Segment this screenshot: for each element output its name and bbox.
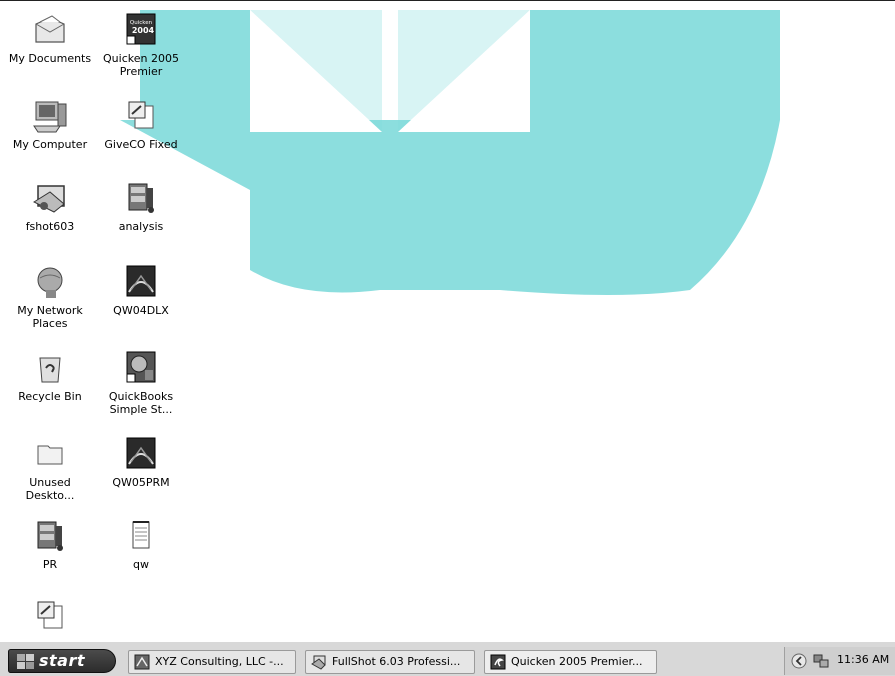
desktop-icon-recycle-bin[interactable]: Recycle Bin [8, 348, 92, 403]
quickbooks-icon [134, 654, 150, 670]
desktop-icon-pr[interactable]: PR [8, 516, 92, 571]
desktop-icon-analysis[interactable]: analysis [99, 178, 183, 233]
taskbar: start XYZ Consulting, LLC -... FullShot … [0, 641, 895, 676]
quickbooks-shortcut-icon [126, 351, 156, 383]
desktop: My Documents My Computer fshot603 My Net… [0, 0, 895, 640]
quicken-icon [490, 654, 506, 670]
archive-icon [128, 183, 154, 213]
fullshot-icon [32, 185, 65, 213]
desktop-icon-quickbooks-simple-start[interactable]: QuickBooks Simple St... [99, 348, 183, 416]
desktop-icon-qw05prm[interactable]: QW05PRM [99, 434, 183, 489]
network-connection-icon[interactable] [813, 653, 829, 669]
icon-label: analysis [118, 220, 164, 233]
icon-label: Quicken 2005 Premier [103, 52, 179, 78]
desktop-icon-my-documents[interactable]: My Documents [8, 10, 92, 65]
icon-label: Recycle Bin [18, 390, 82, 403]
icon-label: My Computer [12, 138, 88, 151]
desktop-icon-unused-desktop[interactable]: Unused Deskto... [8, 434, 92, 502]
desktop-icon-fshot603[interactable]: fshot603 [8, 178, 92, 233]
desktop-icon-my-network-places[interactable]: My Network Places [8, 262, 92, 330]
taskbar-button-fullshot[interactable]: FullShot 6.03 Professi... [305, 650, 475, 674]
desktop-icon-my-computer[interactable]: My Computer [8, 96, 92, 151]
desktop-icon-unnamed-document[interactable] [8, 596, 92, 638]
desktop-icon-qw04dlx[interactable]: QW04DLX [99, 262, 183, 317]
icon-label: QuickBooks Simple St... [108, 390, 174, 416]
archive-icon [37, 521, 63, 551]
fullshot-icon [311, 655, 326, 670]
icon-label: qw [133, 558, 149, 571]
taskbar-button-xyz-consulting[interactable]: XYZ Consulting, LLC -... [128, 650, 296, 674]
taskbar-button-quicken[interactable]: Quicken 2005 Premier... [484, 650, 657, 674]
icon-label: My Documents [8, 52, 92, 65]
taskbar-button-label: FullShot 6.03 Professi... [332, 655, 461, 668]
taskbar-clock[interactable]: 11:36 AM [837, 653, 889, 666]
icon-label: Unused Deskto... [25, 476, 75, 502]
network-places-icon [37, 267, 63, 298]
quicken-2004-shortcut-icon: Quicken 2004 [126, 13, 156, 45]
desktop-icon-quicken-2005-premier[interactable]: Quicken 2004 Quicken 2005 Premier [99, 10, 183, 78]
quicken-pdf-icon [126, 437, 156, 469]
desktop-icon-qw[interactable]: qw [99, 516, 183, 571]
taskbar-button-label: XYZ Consulting, LLC -... [155, 655, 284, 668]
document-key-icon [128, 101, 154, 129]
icon-label: QW05PRM [112, 476, 170, 489]
show-hidden-icons-chevron-icon[interactable] [791, 653, 807, 669]
icon-label: PR [42, 558, 58, 571]
recycle-bin-icon [39, 357, 61, 383]
start-button[interactable]: start [8, 649, 116, 673]
windows-flag-icon [17, 654, 34, 669]
system-tray: 11:36 AM [784, 647, 895, 675]
quicken-pdf-icon [126, 265, 156, 297]
my-computer-icon [33, 101, 67, 133]
taskbar-button-label: Quicken 2005 Premier... [511, 655, 643, 668]
folder-icon [37, 445, 63, 465]
icon-label: GiveCO Fixed [104, 138, 178, 151]
desktop-icon-giveco-fixed[interactable]: GiveCO Fixed [99, 96, 183, 151]
icon-label: QW04DLX [113, 304, 169, 317]
start-label: start [39, 651, 86, 670]
my-documents-icon [35, 15, 65, 43]
icon-label: fshot603 [25, 220, 75, 233]
svg-text:2004: 2004 [132, 26, 155, 35]
notepad-icon [132, 521, 150, 549]
document-key-icon [37, 601, 63, 629]
icon-label: My Network Places [17, 304, 83, 330]
